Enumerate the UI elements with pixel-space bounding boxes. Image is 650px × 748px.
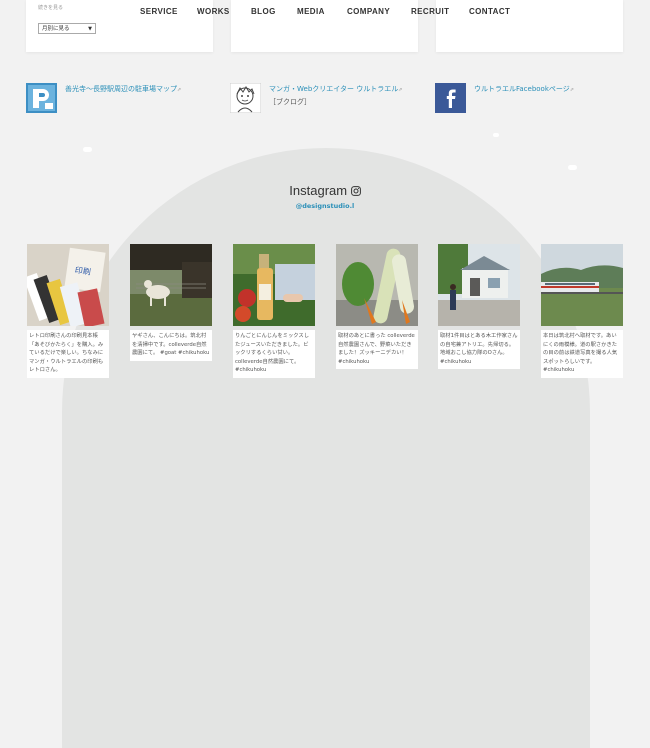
nav-recruit[interactable]: RECRUIT <box>411 7 449 16</box>
external-link-icon: ⇗ <box>398 87 403 93</box>
manga-character-icon <box>230 83 261 113</box>
nav-company[interactable]: COMPANY <box>347 7 390 16</box>
parking-logo-icon <box>26 83 57 113</box>
cloud-decoration <box>83 147 92 152</box>
post-caption: りんごとにんじんをミックスしたジュースいただきました。ビックリするくらい甘い。c… <box>233 330 315 378</box>
post-image-train <box>541 244 623 326</box>
link-label: 善光寺〜長野駅周辺の駐車場マップ⇗ <box>65 85 182 93</box>
instagram-post[interactable]: 取材1件目はとある木工作家さんの自宅兼アトリエ。先帰切る。地域おこし協力隊のOさ… <box>438 244 520 369</box>
link-label: ウルトラエルFacebookページ⇗ <box>474 85 574 93</box>
instagram-post[interactable]: 印刷 レトロ印刷さんの印刷見本帳「あそびかたらく」を購入。みているだけで楽しい。… <box>23 244 109 378</box>
cloud-decoration <box>568 165 577 170</box>
post-caption: 取材1件目はとある木工作家さんの自宅兼アトリエ。先帰切る。地域おこし協力隊のOさ… <box>438 330 520 369</box>
instagram-icon <box>350 186 361 196</box>
post-image-juice <box>233 244 315 326</box>
link-manga-creator[interactable]: マンガ・Webクリエイター ウルトラエル⇗ ［ブクログ］ <box>230 83 409 113</box>
post-image-vegetables <box>336 244 418 326</box>
global-nav: SERVICE WORKS BLOG MEDIA COMPANY RECRUIT… <box>0 7 650 19</box>
post-caption: 本日は筑北村へ取材です。あいにくの雨模様。道の駅さかきたの目の前は鉄道写真を撮る… <box>541 330 623 378</box>
link-label: マンガ・Webクリエイター ウルトラエル⇗ ［ブクログ］ <box>269 85 403 106</box>
post-caption: 取材のあとに書った colleverde自然農園さんで、野菜いただきました！ズッ… <box>336 330 418 369</box>
external-link-icon: ⇗ <box>569 87 574 93</box>
link-facebook-page[interactable]: ウルトラエルFacebookページ⇗ <box>435 83 574 113</box>
external-link-icon: ⇗ <box>177 87 182 93</box>
nav-blog[interactable]: BLOG <box>251 7 276 16</box>
nav-service[interactable]: SERVICE <box>140 7 178 16</box>
nav-media[interactable]: MEDIA <box>297 7 325 16</box>
link-parking-map[interactable]: 善光寺〜長野駅周辺の駐車場マップ⇗ <box>26 83 181 113</box>
instagram-post[interactable]: 本日は筑北村へ取材です。あいにくの雨模様。道の駅さかきたの目の前は鉄道写真を撮る… <box>541 244 623 378</box>
post-image-print-samples: 印刷 <box>23 244 109 328</box>
post-caption: ヤギさん、こんにちは。筑北村を清掃中です。colleverde自然農園にて。 #… <box>130 330 212 361</box>
nav-works[interactable]: WORKS <box>197 7 230 16</box>
chevron-down-icon: ▼ <box>88 26 92 32</box>
instagram-post[interactable]: りんごとにんじんをミックスしたジュースいただきました。ビックリするくらい甘い。c… <box>233 244 315 378</box>
select-value: 月別に見る <box>42 26 70 32</box>
post-image-goat <box>130 244 212 326</box>
instagram-post[interactable]: ヤギさん、こんにちは。筑北村を清掃中です。colleverde自然農園にて。 #… <box>130 244 212 361</box>
post-image-atelier <box>438 244 520 326</box>
cloud-decoration <box>493 133 499 137</box>
instagram-title: Instagram <box>0 183 650 198</box>
post-caption: レトロ印刷さんの印刷見本帳「あそびかたらく」を購入。みているだけで楽しい。ちなみ… <box>27 330 109 378</box>
nav-contact[interactable]: CONTACT <box>469 7 510 16</box>
instagram-arch-background <box>62 148 590 748</box>
facebook-icon <box>435 83 466 113</box>
instagram-post[interactable]: 取材のあとに書った colleverde自然農園さんで、野菜いただきました！ズッ… <box>336 244 418 369</box>
monthly-archive-select[interactable]: 月別に見る ▼ <box>38 23 96 34</box>
instagram-handle-link[interactable]: @designstudio.l <box>0 202 650 210</box>
